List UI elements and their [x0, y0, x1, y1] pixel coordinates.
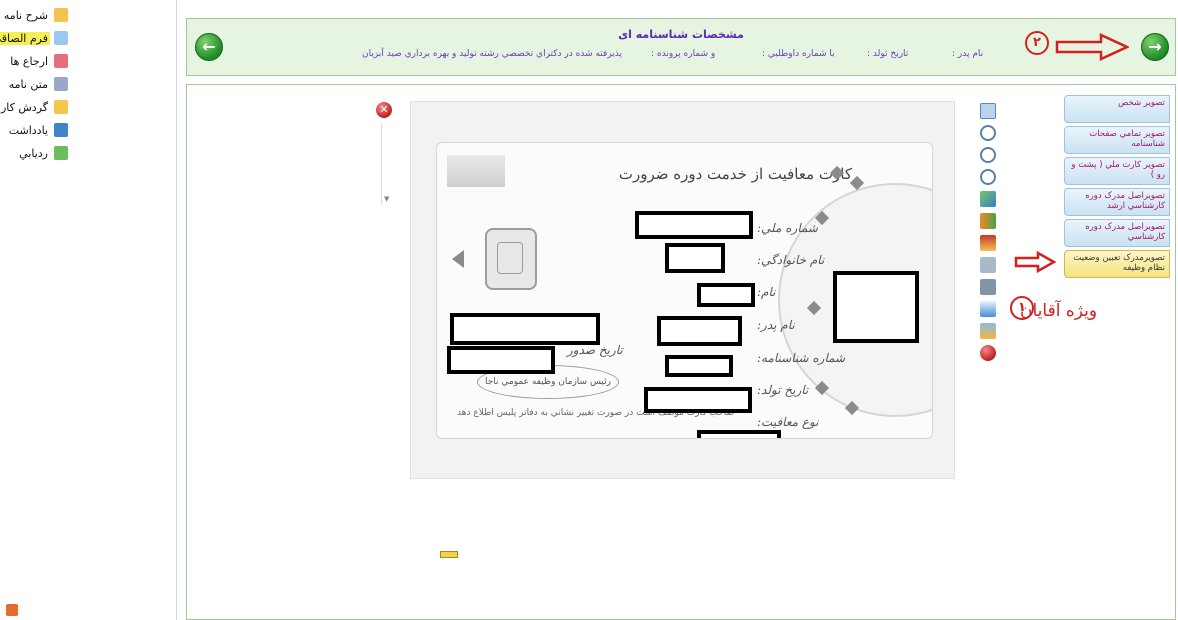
- sidebar-item-attachment-form[interactable]: فرم الصاقي: [0, 29, 68, 47]
- redaction-box: [450, 313, 600, 345]
- redaction-box: [665, 243, 725, 273]
- scroll-down-icon[interactable]: ▼: [384, 195, 389, 203]
- header-bar: ← مشخصات شناسنامه اى پذيرفته شده در دکتر…: [186, 18, 1176, 76]
- forward-arrow-button[interactable]: →: [1141, 33, 1169, 61]
- scanner-icon[interactable]: [980, 279, 996, 295]
- document-tabs: تصوير شخص تصوير تمامي صفحات شناسنامه تصو…: [1064, 95, 1172, 281]
- annotation-arrow-right-icon: [1014, 251, 1056, 273]
- redaction-box: [447, 346, 555, 374]
- tab-military-status[interactable]: تصويرمدرک تعيين وضعيت نظام وظيفه: [1064, 250, 1170, 278]
- exemption-card: کارت معافيت از خدمت دوره ضرورت شماره ملي…: [436, 142, 933, 439]
- tab-person-photo[interactable]: تصوير شخص: [1064, 95, 1170, 123]
- viewer-toolbar: [980, 103, 996, 367]
- zoom-out-icon[interactable]: [980, 147, 996, 163]
- tab-national-card[interactable]: تصوير کارت ملي ( پشت و رو ): [1064, 157, 1170, 185]
- redaction-box-photo: [833, 271, 919, 343]
- sidebar-item-workflow[interactable]: گردش کار: [0, 98, 68, 116]
- document-image: کارت معافيت از خدمت دوره ضرورت شماره ملي…: [410, 101, 955, 479]
- zoom-reset-icon[interactable]: [980, 169, 996, 185]
- redaction-box: [697, 430, 781, 438]
- main-panel: ✕ ▼ کارت معافيت از خدمت دوره ضرورت شماره…: [186, 84, 1176, 620]
- redaction-box: [697, 283, 755, 307]
- sidebar-item-letter-description[interactable]: شرح نامه: [2, 6, 68, 24]
- annotation-arrow-right-icon: [1055, 33, 1129, 61]
- list-icon[interactable]: [980, 103, 996, 119]
- sidebar-item-referrals[interactable]: ارجاع ها: [8, 52, 68, 70]
- father-label: نام پدر:: [757, 318, 795, 332]
- tab-bachelors-degree[interactable]: تصويراصل مدرک دوره کارشناسي: [1064, 219, 1170, 247]
- sidebar-item-label: گردش کار: [0, 100, 48, 114]
- file-number-label: و شماره پرونده :: [651, 49, 716, 59]
- accepted-program-text: پذيرفته شده در دکتراي تخصصي رشته توليد و…: [362, 49, 623, 59]
- exit-icon[interactable]: [6, 604, 18, 616]
- issue-date-label: تاريخ صدور: [567, 343, 623, 357]
- annotation-men-only: ويژه آقايان: [1020, 301, 1098, 321]
- file-icon[interactable]: [980, 301, 996, 317]
- rotate-icon[interactable]: [980, 191, 996, 207]
- swap-icon[interactable]: [980, 213, 996, 229]
- forward-icon: [54, 54, 68, 68]
- sidebar-item-label: متن نامه: [8, 77, 48, 91]
- resize-handle[interactable]: [440, 551, 458, 558]
- workflow-icon: [54, 100, 68, 114]
- birth-label: تاريخ تولد:: [757, 383, 809, 397]
- card-number-label: شماره ملي:: [757, 221, 818, 235]
- sidebar-item-label: يادداشت: [8, 123, 48, 137]
- delete-icon[interactable]: [980, 345, 996, 361]
- sidebar-item-label: ارجاع ها: [10, 54, 48, 68]
- sidebar-item-label: شرح نامه: [3, 8, 48, 22]
- id-number-label: شماره شناسنامه:: [757, 351, 846, 365]
- pen-icon: [54, 77, 68, 91]
- sidebar-item-label: رديابي: [19, 146, 48, 160]
- redaction-box: [644, 387, 752, 413]
- camera-icon[interactable]: [980, 323, 996, 339]
- sidebar-item-notes[interactable]: يادداشت: [7, 121, 68, 139]
- zoom-in-icon[interactable]: [980, 125, 996, 141]
- print-icon[interactable]: [980, 257, 996, 273]
- pdf-icon[interactable]: [980, 235, 996, 251]
- sidebar-item-letter-text[interactable]: متن نامه: [7, 75, 68, 93]
- sidebar-item-tracking[interactable]: رديابي: [17, 144, 68, 162]
- note-icon: [54, 123, 68, 137]
- track-icon: [54, 146, 68, 160]
- tab-all-id-pages[interactable]: تصوير تمامي صفحات شناسنامه: [1064, 126, 1170, 154]
- applicant-number-label: با شماره داوطلبي :: [762, 49, 835, 59]
- sidebar-item-label: فرم الصاقي: [0, 31, 50, 45]
- redaction-box: [657, 316, 742, 346]
- lastname-label: نام خانوادگي:: [757, 253, 825, 267]
- annotation-number-2: ۲: [1025, 31, 1049, 55]
- document-icon: [54, 31, 68, 45]
- exemption-label: نوع معافيت:: [757, 415, 819, 429]
- redaction-box: [635, 211, 753, 239]
- sidebar: شرح نامه فرم الصاقي ارجاع ها متن نامه گر…: [0, 0, 177, 620]
- scrollbar[interactable]: ▼: [381, 123, 394, 205]
- father-name-label: نام پدر :: [952, 49, 984, 59]
- redaction-box: [665, 355, 733, 377]
- tab-masters-degree[interactable]: تصويراصل مدرک دوره کارشناسي ارشد: [1064, 188, 1170, 216]
- name-label: نام:: [757, 285, 776, 299]
- close-viewer-icon[interactable]: ✕: [376, 102, 392, 118]
- flag-emblem: [447, 155, 505, 187]
- card-heading: کارت معافيت از خدمت دوره ضرورت: [618, 165, 852, 183]
- card-chip: [485, 228, 537, 290]
- birthdate-label: تاريخ تولد :: [867, 49, 909, 59]
- envelope-icon: [54, 8, 68, 22]
- card-triangle-mark: [452, 250, 464, 268]
